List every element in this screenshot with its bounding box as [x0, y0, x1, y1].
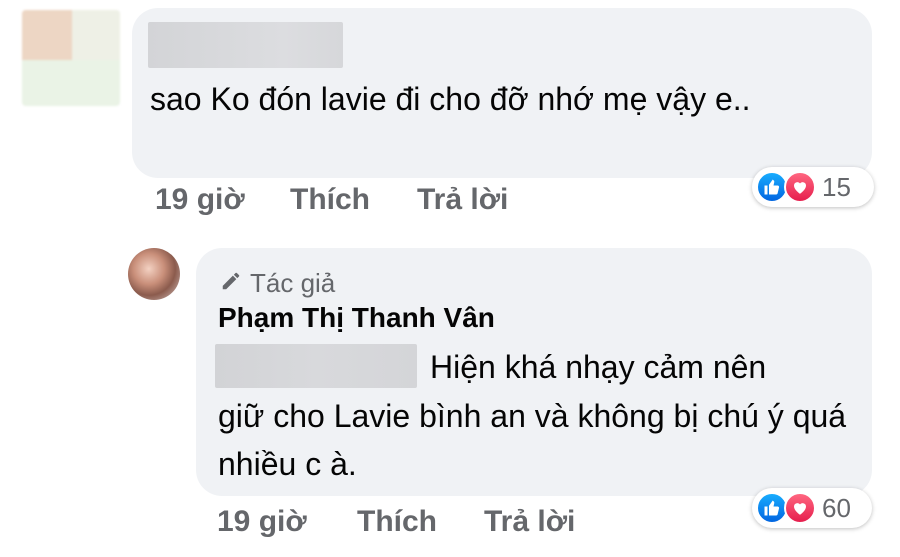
- reply-text-first-line: Hiện khá nhạy cảm nên: [430, 349, 767, 385]
- author-avatar[interactable]: [128, 248, 180, 300]
- reply-time[interactable]: 19 giờ: [217, 505, 307, 539]
- pencil-icon: [220, 270, 242, 297]
- commenter-avatar[interactable]: [22, 10, 120, 106]
- reply-reactions[interactable]: 60: [752, 488, 872, 528]
- like-button[interactable]: Thích: [290, 183, 370, 217]
- reply-button[interactable]: Trả lời: [484, 505, 575, 539]
- heart-icon: [784, 171, 816, 203]
- reply-text: giữ cho Lavie bình an và không bị chú ý …: [218, 398, 847, 482]
- comment-reactions[interactable]: 15: [752, 167, 874, 207]
- reply-button[interactable]: Trả lời: [417, 183, 508, 217]
- author-badge: Tác giả: [220, 268, 335, 299]
- author-name[interactable]: Phạm Thị Thanh Vân: [218, 302, 495, 334]
- commenter-name-redacted[interactable]: [148, 22, 343, 68]
- author-badge-label: Tác giả: [250, 268, 336, 298]
- comment-text: sao Ko đón lavie đi cho đỡ nhớ mẹ vậy e.…: [150, 81, 751, 117]
- reaction-count: 15: [822, 171, 851, 202]
- heart-icon: [784, 492, 816, 524]
- mention-tag-redacted[interactable]: [215, 344, 417, 388]
- like-button[interactable]: Thích: [357, 505, 437, 539]
- comment-time[interactable]: 19 giờ: [155, 183, 245, 217]
- reaction-count: 60: [822, 492, 851, 523]
